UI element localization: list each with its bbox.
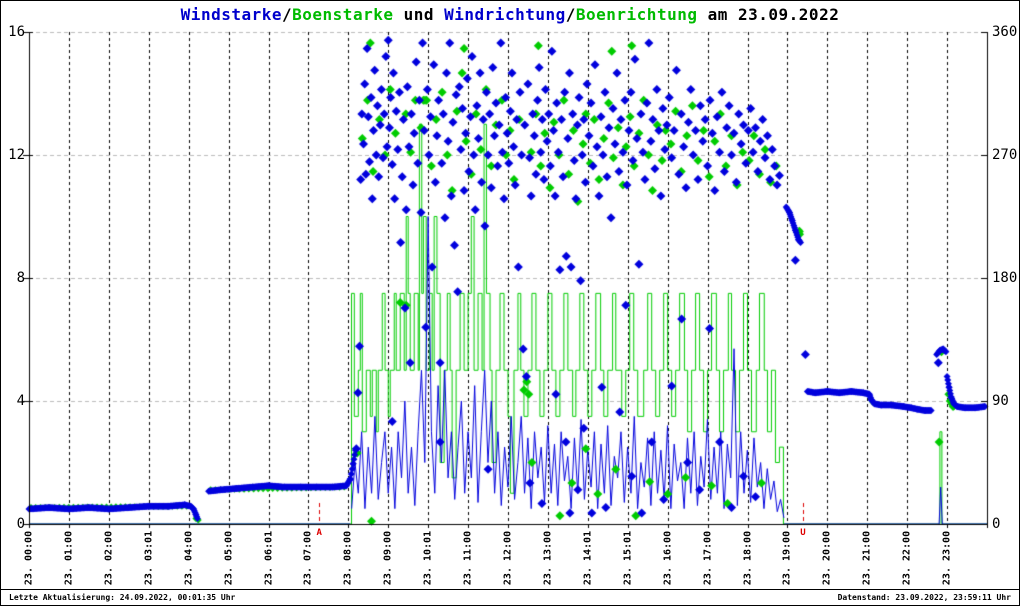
x-tick-label: 23. 05:00 — [223, 530, 235, 586]
footer-separator — [1, 589, 1020, 590]
x-tick-label: 23. 10:01 — [422, 530, 434, 586]
x-tick-label: 23. 06:01 — [263, 530, 274, 586]
x-tick-label: 23. 15:01 — [622, 530, 634, 586]
x-tick-label: 23. 16:00 — [662, 530, 674, 586]
x-tick-label: 23. 13:00 — [542, 530, 554, 586]
y-left-tick-label: 8 — [16, 270, 25, 286]
last-update-text: Letzte Aktualisierung: 24.09.2022, 00:01… — [9, 593, 236, 602]
x-tick-label: 23. 09:00 — [382, 530, 394, 586]
x-tick-label: 23. 08:00 — [342, 530, 354, 586]
x-tick-label: 23. 04:00 — [183, 530, 195, 586]
y-right-tick-label: 180 — [992, 270, 1018, 286]
sun-marker-A: A — [316, 528, 322, 538]
y-right-tick-label: 270 — [992, 147, 1018, 163]
y-right-tick-label: 360 — [992, 24, 1018, 40]
wind-chart-canvas — [1, 1, 1020, 607]
x-tick-label: 23. 21:00 — [861, 530, 873, 586]
x-tick-label: 23. 23:00 — [941, 530, 953, 586]
y-right-tick-label: 0 — [992, 516, 1001, 532]
x-tick-label: 23. 01:00 — [63, 530, 75, 586]
x-tick-label: 23. 17:00 — [702, 530, 714, 586]
weather-chart-page: { "title": { "segments": [ {"text": "Win… — [0, 0, 1020, 607]
x-tick-label: 23. 19:00 — [781, 530, 793, 586]
y-left-tick-label: 12 — [8, 147, 25, 163]
x-tick-label: 23. 03:01 — [143, 530, 155, 586]
x-tick-label: 23. 02:00 — [103, 530, 115, 586]
x-tick-label: 23. 20:00 — [821, 530, 833, 586]
x-tick-label: 23. 12:00 — [502, 530, 514, 586]
y-right-tick-label: 90 — [992, 393, 1009, 409]
y-left-tick-label: 0 — [16, 516, 25, 532]
x-tick-label: 23. 00:00 — [23, 530, 35, 586]
x-tick-label: 23. 07:00 — [302, 530, 314, 586]
y-left-tick-label: 16 — [8, 24, 25, 40]
x-tick-label: 23. 22:00 — [901, 530, 913, 586]
x-tick-label: 23. 11:00 — [462, 530, 474, 586]
x-tick-label: 23. 14:01 — [582, 530, 594, 586]
sun-marker-U: U — [800, 528, 806, 538]
y-left-tick-label: 4 — [16, 393, 25, 409]
x-tick-label: 23. 18:00 — [742, 530, 753, 586]
data-timestamp-text: Datenstand: 23.09.2022, 23:59:11 Uhr — [837, 593, 1011, 602]
